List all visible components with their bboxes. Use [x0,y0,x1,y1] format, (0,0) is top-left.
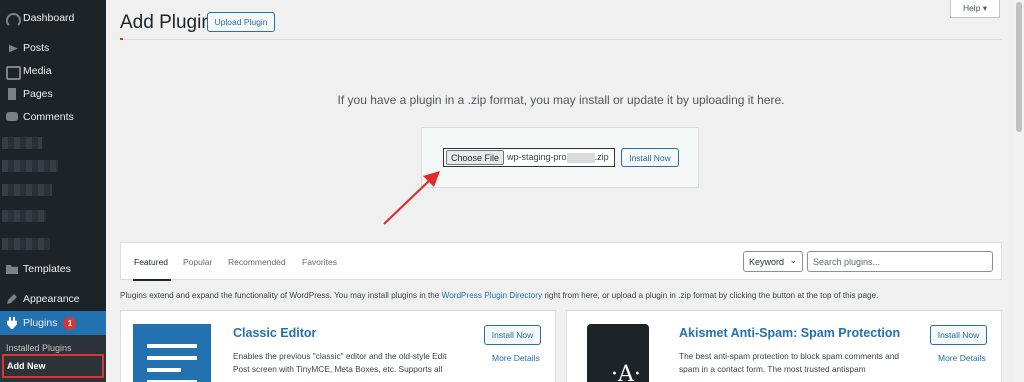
install-now-button[interactable]: Install Now [930,325,987,345]
file-input[interactable]: Choose File wp-staging-pro .zip [443,148,615,167]
media-icon [5,64,21,80]
pages-icon [5,87,19,101]
info-text-after: right from here, or upload a plugin in .… [542,291,879,300]
search-type-value: Keyword [749,256,785,267]
plugins-icon [5,316,19,330]
sidebar-item-label: Templates [23,263,71,275]
header-divider [120,39,1002,40]
selected-file-name: wp-staging-pro .zip [507,152,609,163]
tab-recommended[interactable]: Recommended [228,257,286,267]
sidebar-item-templates[interactable]: Templates [0,258,106,280]
plugin-filter-bar: Featured Popular Recommended Favorites K… [120,242,1002,281]
akismet-icon-letter: ·A· [611,362,641,382]
redacted-menu-item[interactable] [2,210,46,222]
sidebar-item-media[interactable]: Media [0,60,106,82]
classic-editor-icon[interactable] [133,324,211,382]
file-name-suffix: .zip [594,152,609,163]
info-text-before: Plugins extend and expand the functional… [120,291,442,300]
redacted-menu-item[interactable] [2,160,58,172]
plugin-card-akismet: ·A· Akismet Anti-Spam: Spam Protection T… [566,310,1002,382]
plugin-directory-link[interactable]: WordPress Plugin Directory [442,291,542,300]
install-now-button[interactable]: Install Now [621,148,679,167]
plugin-title[interactable]: Akismet Anti-Spam: Spam Protection [679,326,900,340]
upload-instructions: If you have a plugin in a .zip format, y… [337,93,785,107]
appearance-icon [5,292,19,306]
notice-marker [120,38,123,40]
active-tab-indicator [133,279,171,281]
chevron-down-icon: ⌄ [789,255,797,265]
tab-featured[interactable]: Featured [134,257,168,267]
sidebar-item-label: Comments [23,111,74,123]
file-name-prefix: wp-staging-pro [507,152,567,163]
sidebar-item-plugins[interactable]: Plugins 1 [0,311,106,335]
tab-favorites[interactable]: Favorites [302,257,337,267]
more-details-link[interactable]: More Details [938,353,986,363]
plugin-description: Enables the previous "classic" editor an… [233,351,447,374]
submenu-add-new-label: Add New [7,361,46,371]
sidebar-item-label: Dashboard [23,12,75,24]
plugin-description: The best anti-spam protection to block s… [679,351,899,374]
help-tab-button[interactable]: Help ▾ [950,0,1000,18]
tab-popular[interactable]: Popular [183,257,212,267]
sidebar-item-posts[interactable]: Posts [0,37,106,59]
sidebar-item-dashboard[interactable]: Dashboard [0,7,106,29]
sidebar-item-label: Plugins [23,317,58,329]
upload-plugin-button[interactable]: Upload Plugin [207,12,275,32]
templates-icon [5,262,19,276]
admin-sidebar: Dashboard Posts Media Pages Comments Tem… [0,0,106,382]
redacted-file-part [566,152,595,163]
plugin-card-classic-editor: Classic Editor Enables the previous "cla… [120,310,556,382]
posts-icon [5,41,19,55]
submenu-installed-plugins[interactable]: Installed Plugins [6,343,72,353]
update-count-badge: 1 [63,316,77,330]
dashboard-icon [5,11,21,28]
search-plugins-input[interactable]: Search plugins... [807,251,993,272]
install-now-button[interactable]: Install Now [484,325,541,345]
sidebar-item-comments[interactable]: Comments [0,106,106,128]
plugin-title[interactable]: Classic Editor [233,326,316,340]
search-type-select[interactable]: Keyword ⌄ [743,251,803,272]
plugins-info-text: Plugins extend and expand the functional… [120,291,878,300]
submenu-add-new[interactable]: Add New [2,354,104,378]
redacted-menu-item[interactable] [2,238,50,250]
scrollbar-thumb[interactable] [1016,2,1022,132]
redacted-menu-item[interactable] [2,184,52,196]
sidebar-item-label: Media [23,65,52,77]
page-scrollbar[interactable] [1014,0,1024,382]
more-details-link[interactable]: More Details [492,353,540,363]
sidebar-item-pages[interactable]: Pages [0,83,106,105]
comments-icon [5,110,19,124]
red-arrow-annotation [383,171,440,225]
choose-file-button[interactable]: Choose File [446,150,505,165]
sidebar-item-appearance[interactable]: Appearance [0,288,106,310]
sidebar-item-label: Appearance [23,293,80,305]
redacted-menu-item[interactable] [2,137,42,149]
sidebar-item-label: Posts [23,42,50,54]
sidebar-item-label: Pages [23,88,53,100]
